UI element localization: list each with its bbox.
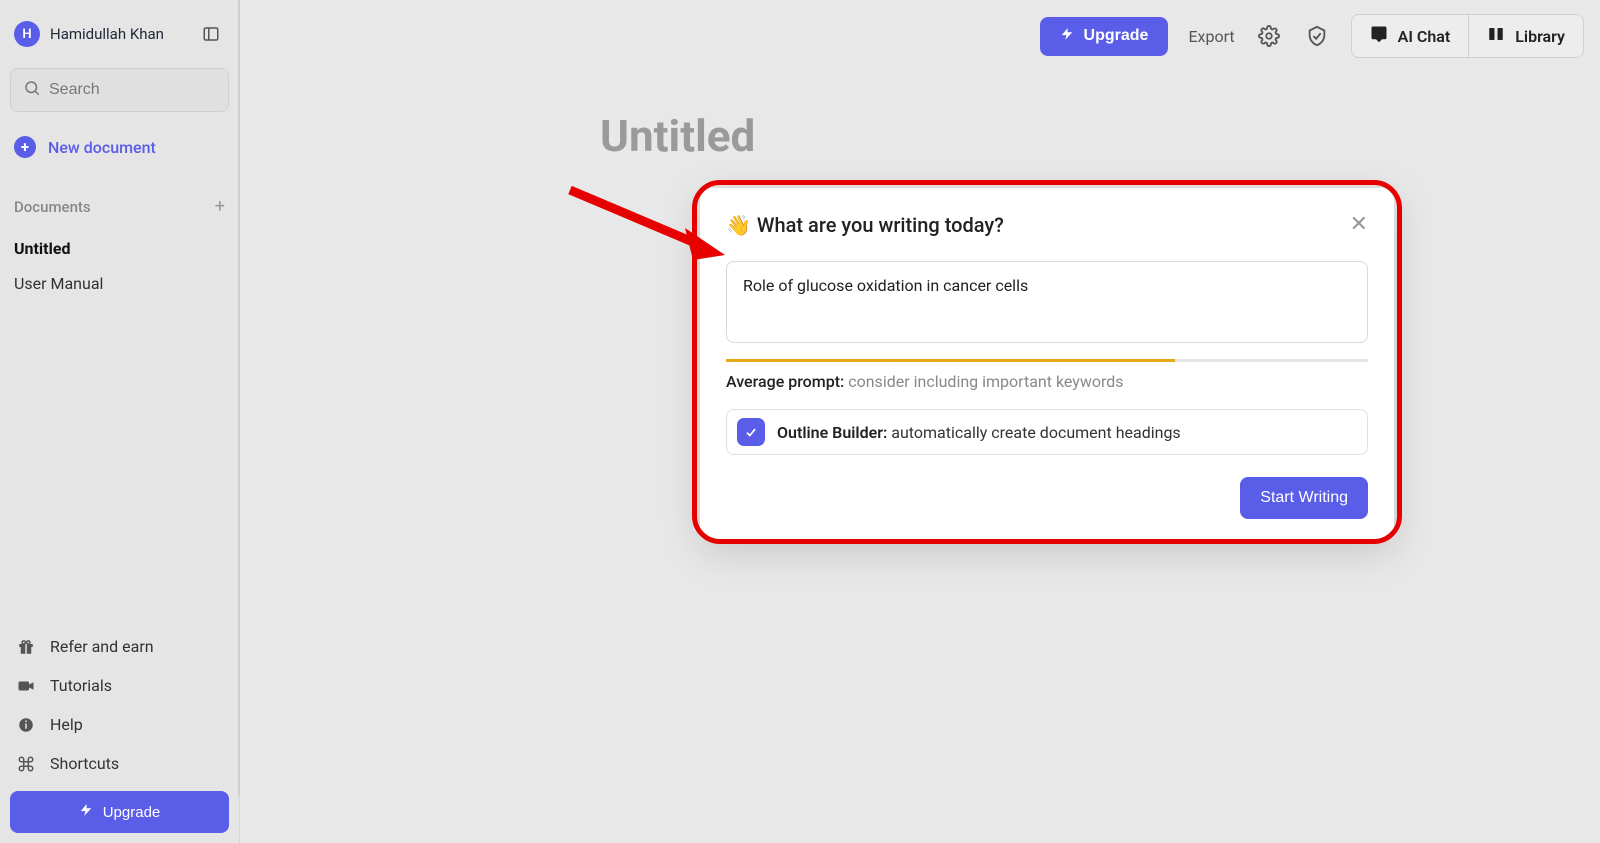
help[interactable]: Help	[10, 705, 229, 744]
topbar-group: AI Chat Library	[1351, 14, 1584, 58]
new-document-button[interactable]: + New document	[10, 130, 229, 164]
prompt-quality-hint: consider including important keywords	[848, 372, 1123, 391]
search-input[interactable]	[49, 81, 216, 99]
help-label: Help	[50, 715, 83, 734]
ai-chat-button[interactable]: AI Chat	[1352, 15, 1469, 57]
main-area: Upgrade Export AI Chat Library	[240, 0, 1600, 843]
plus-icon: +	[14, 136, 36, 158]
tutorials-label: Tutorials	[50, 676, 112, 695]
outline-checkbox[interactable]	[737, 418, 765, 446]
shield-icon[interactable]	[1303, 22, 1331, 50]
document-title[interactable]: Untitled	[600, 110, 755, 162]
chat-icon	[1370, 25, 1388, 47]
refer-label: Refer and earn	[50, 637, 154, 656]
topbar: Upgrade Export AI Chat Library	[1040, 14, 1584, 58]
topbar-upgrade-button[interactable]: Upgrade	[1040, 17, 1169, 56]
export-label: Export	[1188, 27, 1234, 46]
ai-chat-label: AI Chat	[1398, 27, 1451, 46]
prompt-quality-fill	[726, 359, 1175, 362]
bolt-icon	[79, 803, 93, 821]
refer-and-earn[interactable]: Refer and earn	[10, 627, 229, 666]
settings-icon[interactable]	[1255, 22, 1283, 50]
sidebar-upgrade-button[interactable]: Upgrade	[10, 791, 229, 833]
command-icon	[16, 755, 36, 773]
shortcuts[interactable]: Shortcuts	[10, 744, 229, 783]
documents-header-label: Documents	[14, 198, 91, 216]
library-label: Library	[1515, 27, 1565, 46]
sidebar: H Hamidullah Khan + New document Documen…	[0, 0, 240, 843]
prompt-quality-bar	[726, 359, 1368, 362]
gift-icon	[16, 638, 36, 656]
bolt-icon	[1060, 27, 1074, 46]
library-button[interactable]: Library	[1468, 15, 1583, 57]
prompt-quality-label: Average prompt:	[726, 372, 844, 391]
sidebar-upgrade-label: Upgrade	[103, 804, 161, 821]
dialog-header: 👋 What are you writing today? ✕	[726, 212, 1368, 237]
user-name: Hamidullah Khan	[50, 25, 187, 43]
close-icon[interactable]: ✕	[1350, 212, 1368, 237]
dialog-title: 👋 What are you writing today?	[726, 213, 1004, 237]
shortcuts-label: Shortcuts	[50, 754, 119, 773]
prompt-quality-text: Average prompt: consider including impor…	[726, 372, 1368, 391]
outline-label: Outline Builder:	[777, 423, 887, 442]
video-icon	[16, 677, 36, 695]
prompt-input[interactable]: Role of glucose oxidation in cancer cell…	[726, 261, 1368, 343]
tutorials[interactable]: Tutorials	[10, 666, 229, 705]
user-row[interactable]: H Hamidullah Khan	[10, 16, 229, 52]
sidebar-doc-user-manual[interactable]: User Manual	[10, 266, 229, 301]
avatar: H	[14, 21, 40, 47]
export-link[interactable]: Export	[1188, 27, 1234, 46]
search-icon	[23, 79, 41, 101]
documents-header: Documents +	[10, 192, 229, 221]
wave-icon: 👋	[726, 213, 751, 237]
start-writing-button[interactable]: Start Writing	[1240, 477, 1368, 519]
outline-text: Outline Builder: automatically create do…	[777, 423, 1181, 442]
info-icon	[16, 716, 36, 734]
outline-desc: automatically create document headings	[891, 423, 1180, 442]
dialog-title-text: What are you writing today?	[757, 213, 1004, 237]
new-document-label: New document	[48, 138, 156, 157]
add-document-icon[interactable]: +	[215, 196, 225, 217]
search-input-wrapper[interactable]	[10, 68, 229, 112]
writing-prompt-dialog: 👋 What are you writing today? ✕ Role of …	[700, 188, 1394, 541]
outline-builder-row[interactable]: Outline Builder: automatically create do…	[726, 409, 1368, 455]
panel-toggle-icon[interactable]	[197, 20, 225, 48]
library-icon	[1487, 25, 1505, 47]
topbar-upgrade-label: Upgrade	[1084, 27, 1149, 45]
sidebar-doc-untitled[interactable]: Untitled	[10, 231, 229, 266]
dialog-footer: Start Writing	[726, 477, 1368, 519]
